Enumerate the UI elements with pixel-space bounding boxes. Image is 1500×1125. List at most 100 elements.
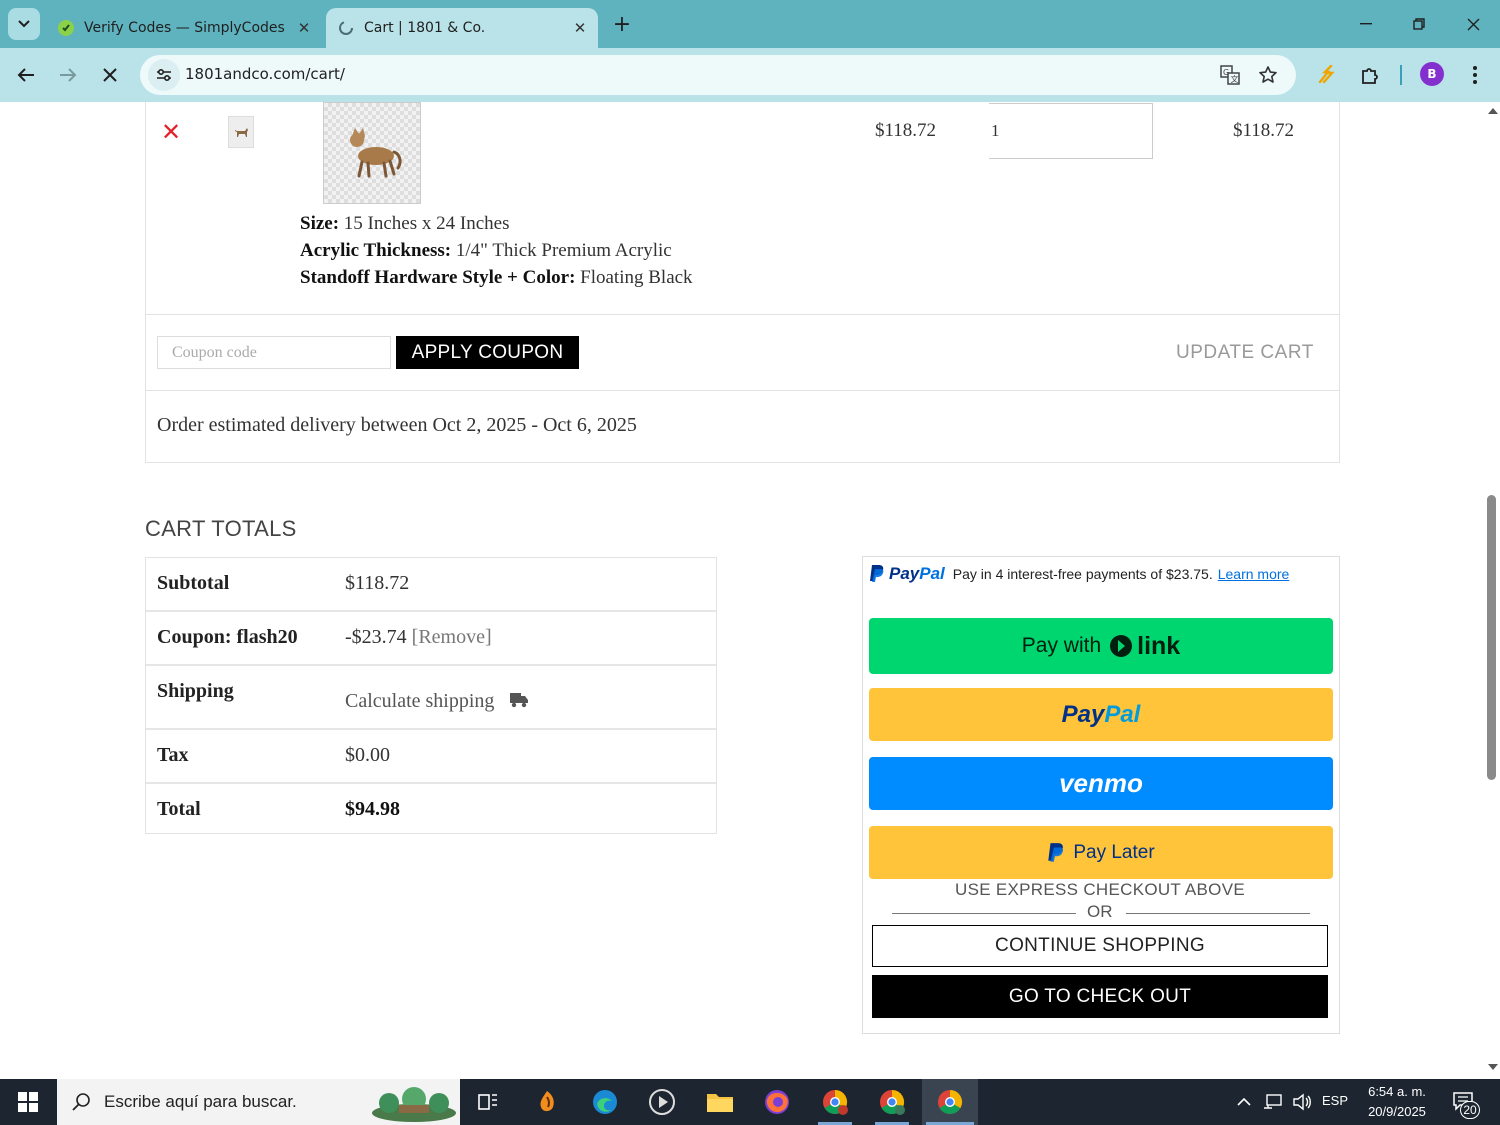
taskbar-search-placeholder: Escribe aquí para buscar. <box>104 1092 297 1111</box>
express-checkout-note: USE EXPRESS CHECKOUT ABOVE <box>955 880 1245 899</box>
paypal-wordmark: PayPal <box>889 564 945 583</box>
firefox-icon <box>765 1090 789 1114</box>
arrow-left-icon <box>17 68 34 82</box>
stop-loading-button[interactable] <box>94 59 126 91</box>
close-tab-icon[interactable]: ✕ <box>570 18 590 38</box>
fl-studio-icon <box>540 1091 554 1112</box>
pay-later-button[interactable]: Pay Later <box>869 826 1333 879</box>
product-image[interactable] <box>323 102 421 204</box>
profile-avatar[interactable]: B <box>1420 62 1444 86</box>
taskbar-app-chrome-profile-a[interactable] <box>810 1079 860 1125</box>
minimize-button[interactable] <box>1341 8 1391 40</box>
item-subtotal: $118.72 <box>1233 120 1295 141</box>
link-arrow-icon <box>1110 635 1133 657</box>
taskbar-app-edge[interactable] <box>580 1079 630 1125</box>
chevron-down-icon <box>18 20 30 28</box>
close-window-button[interactable] <box>1448 8 1498 40</box>
tab-simplycodes[interactable]: Verify Codes — SimplyCodes ✕ <box>46 8 322 48</box>
calculate-shipping-link[interactable]: Calculate shipping <box>345 690 529 713</box>
tab-search-button[interactable] <box>8 8 40 40</box>
minimize-icon <box>1360 23 1372 25</box>
taskbar-app-chrome-active[interactable] <box>922 1079 978 1125</box>
volume-icon[interactable] <box>1292 1093 1312 1111</box>
start-button[interactable] <box>0 1079 56 1125</box>
chrome-icon <box>823 1090 848 1115</box>
taskbar-app-media-player[interactable] <box>637 1079 687 1125</box>
extension-button[interactable] <box>1313 61 1341 89</box>
svg-text:文: 文 <box>1231 74 1239 84</box>
taskbar-app-file-explorer[interactable] <box>695 1079 745 1125</box>
browser-menu-button[interactable] <box>1461 61 1489 89</box>
browser-toolbar: 1801andco.com/cart/ G文 <box>0 48 1500 102</box>
meta-hardware: Standoff Hardware Style + Color: Floatin… <box>300 267 693 289</box>
or-divider: OR <box>892 902 1310 924</box>
quantity-input[interactable] <box>989 103 1153 159</box>
search-icon <box>72 1093 90 1111</box>
scroll-up-arrow[interactable] <box>1488 108 1498 114</box>
loading-icon <box>338 20 354 36</box>
coupon-code-input[interactable] <box>157 336 391 369</box>
scroll-thumb[interactable] <box>1487 495 1496 780</box>
learn-more-link[interactable]: Learn more <box>1218 566 1290 582</box>
tab-cart[interactable]: Cart | 1801 & Co. ✕ <box>326 8 598 48</box>
forward-button[interactable] <box>52 59 84 91</box>
site-info-button[interactable] <box>148 59 180 91</box>
translate-button[interactable]: G文 <box>1218 63 1242 87</box>
puzzle-icon <box>1362 68 1378 84</box>
paypal-button[interactable]: Pay Pal <box>869 688 1333 741</box>
back-button[interactable] <box>10 59 42 91</box>
taskbar-app-chrome-profile-b[interactable] <box>867 1079 917 1125</box>
task-view-button[interactable] <box>463 1079 513 1125</box>
product-thumbnail[interactable] <box>228 116 254 148</box>
cart-totals-table: Subtotal $118.72 Coupon: flash20 -$23.74… <box>145 557 717 834</box>
toolbar-divider <box>1400 65 1402 85</box>
svg-text:G: G <box>1223 68 1229 77</box>
remove-coupon-link[interactable]: [Remove] <box>412 626 492 648</box>
extensions-menu-button[interactable] <box>1356 61 1384 89</box>
task-view-icon <box>478 1094 497 1110</box>
restore-button[interactable] <box>1394 8 1444 40</box>
input-language[interactable]: ESP <box>1322 1093 1348 1108</box>
clock-date: 20/9/2025 <box>1368 1104 1426 1119</box>
remove-item-button[interactable]: ✕ <box>161 120 181 144</box>
totals-row-total: Total $94.98 <box>146 784 716 833</box>
apply-coupon-button[interactable]: APPLY COUPON <box>396 336 579 369</box>
totals-label: Tax <box>157 744 189 766</box>
taskbar-app-firefox[interactable] <box>752 1079 802 1125</box>
new-tab-button[interactable]: + <box>608 10 636 38</box>
edge-icon <box>593 1090 617 1114</box>
taskbar-search-box[interactable]: Escribe aquí para buscar. <box>57 1079 460 1125</box>
notifications-count-badge: 20 <box>1460 1101 1480 1119</box>
bookmark-button[interactable] <box>1256 63 1280 87</box>
pay-with-label: Pay with <box>1021 634 1102 657</box>
item-price: $118.72 <box>875 120 937 141</box>
meta-label: Standoff Hardware Style + Color: <box>300 267 576 288</box>
meta-value: 1/4" Thick Premium Acrylic <box>455 240 672 261</box>
paypal-icon <box>1048 842 1064 862</box>
url-text[interactable]: 1801andco.com/cart/ <box>185 65 345 83</box>
more-vertical-icon <box>1473 66 1477 84</box>
page-content: ✕ $118.72 $118.72 Size: 15 Inches x 24 I… <box>0 102 1484 1079</box>
totals-label: Total <box>157 798 201 820</box>
or-text: OR <box>1087 902 1113 921</box>
page-scrollbar[interactable] <box>1484 102 1500 1079</box>
close-tab-icon[interactable]: ✕ <box>294 18 314 38</box>
browser-tab-strip: Verify Codes — SimplyCodes ✕ Cart | 1801… <box>0 0 1500 48</box>
totals-label: Shipping <box>157 680 234 702</box>
system-clock[interactable]: 6:54 a. m. 20/9/2025 <box>1362 1082 1432 1122</box>
taskbar-app-fl-studio[interactable] <box>522 1079 572 1125</box>
pay-with-link-button[interactable]: Pay with link <box>869 618 1333 674</box>
address-bar[interactable]: 1801andco.com/cart/ G文 <box>140 55 1296 95</box>
go-to-checkout-button[interactable]: GO TO CHECK OUT <box>872 975 1328 1018</box>
chevron-up-icon[interactable] <box>1237 1097 1251 1107</box>
continue-shopping-button[interactable]: CONTINUE SHOPPING <box>872 925 1328 967</box>
scroll-down-arrow[interactable] <box>1488 1064 1498 1070</box>
paypal-icon <box>870 565 884 582</box>
play-icon <box>649 1089 675 1115</box>
translate-icon: G文 <box>1220 65 1240 85</box>
divider-line <box>892 913 1076 914</box>
network-icon[interactable] <box>1263 1093 1283 1111</box>
venmo-button[interactable]: venmo <box>869 757 1333 810</box>
delivery-estimate: Order estimated delivery between Oct 2, … <box>157 414 637 436</box>
update-cart-button[interactable]: UPDATE CART <box>1176 342 1314 364</box>
